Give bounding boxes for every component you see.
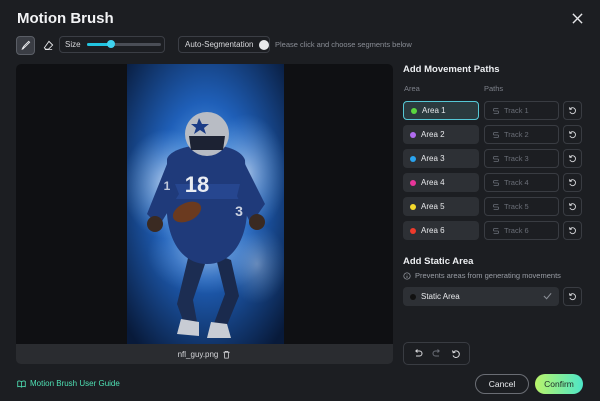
area-label: Area 3 [421,154,445,163]
track-button-1[interactable]: Track 1 [484,101,559,120]
area-label: Area 6 [421,226,445,235]
cancel-button[interactable]: Cancel [475,374,529,394]
eraser-icon[interactable] [39,36,58,55]
redo-icon[interactable] [432,349,442,358]
static-info-text: Prevents areas from generating movements [415,271,561,280]
reset-icon [568,227,576,235]
area-button-1[interactable]: Area 1 [403,101,479,120]
toggle-knob [258,39,269,50]
static-area-button[interactable]: Static Area [403,287,559,306]
track-button-4[interactable]: Track 4 [484,173,559,192]
area-button-6[interactable]: Area 6 [403,221,479,240]
movement-section-title: Add Movement Paths [403,64,500,75]
static-section-title: Add Static Area [403,256,474,267]
check-icon [543,292,552,302]
file-bar: nfl_guy.png [16,344,393,364]
brush-toolbar [16,35,62,55]
auto-segmentation-label: Auto-Segmentation [185,40,254,49]
reset-icon [568,179,576,187]
reset-icon [568,107,576,115]
size-label: Size [65,40,81,49]
file-name: nfl_guy.png [177,349,219,359]
track-label: Track 2 [504,130,529,139]
track-label: Track 1 [504,106,529,115]
canvas-panel: 18 3 1 nfl_guy.png [16,64,393,364]
auto-segmentation-toggle[interactable] [258,39,269,50]
dialog-title: Motion Brush [17,10,114,27]
reset-icon [568,203,576,211]
drawing-canvas[interactable]: 18 3 1 [16,64,393,344]
area-color-dot [410,155,416,162]
path-icon [492,131,500,139]
brush-icon[interactable] [16,35,35,55]
area-button-5[interactable]: Area 5 [403,197,479,216]
area-button-3[interactable]: Area 3 [403,149,479,168]
area-label: Area 4 [421,178,445,187]
static-area-color-dot [410,293,416,300]
track-button-5[interactable]: Track 5 [484,197,559,216]
segment-hint: Please click and choose segments below [275,40,412,49]
path-icon [492,155,500,163]
reset-icon [568,293,576,301]
area-reset-button-1[interactable] [563,101,582,120]
area-color-dot [410,227,416,234]
size-slider-thumb[interactable] [106,40,115,48]
area-color-dot [411,107,417,114]
area-reset-button-6[interactable] [563,221,582,240]
undo-icon[interactable] [413,349,423,358]
paths-column-header: Paths [484,84,504,93]
area-label: Area 5 [421,202,445,211]
close-icon[interactable] [568,9,586,27]
reset-icon [568,131,576,139]
size-slider[interactable] [86,40,161,48]
area-reset-button-4[interactable] [563,173,582,192]
path-icon [492,107,500,115]
confirm-button[interactable]: Confirm [535,374,583,394]
path-icon [492,227,500,235]
reset-icon [568,155,576,163]
brush-size-control: Size [59,36,165,53]
area-button-2[interactable]: Area 2 [403,125,479,144]
static-reset-button[interactable] [563,287,582,306]
book-icon [17,380,26,388]
history-controls [403,342,470,365]
area-reset-button-2[interactable] [563,125,582,144]
uploaded-photo: 18 3 1 [127,64,284,344]
area-color-dot [410,179,416,186]
static-area-label: Static Area [421,292,460,301]
area-label: Area 1 [422,106,446,115]
user-guide-link[interactable]: Motion Brush User Guide [17,379,120,388]
static-info: Prevents areas from generating movements [403,271,561,280]
track-label: Track 6 [504,226,529,235]
track-label: Track 5 [504,202,529,211]
area-reset-button-5[interactable] [563,197,582,216]
svg-text:3: 3 [235,203,243,219]
trash-icon[interactable] [222,350,231,359]
reset-all-icon[interactable] [451,349,461,359]
area-reset-button-3[interactable] [563,149,582,168]
area-color-dot [410,131,416,138]
area-label: Area 2 [421,130,445,139]
auto-segmentation-control: Auto-Segmentation [178,36,270,53]
path-icon [492,179,500,187]
area-button-4[interactable]: Area 4 [403,173,479,192]
motion-brush-dialog: Motion Brush Size Auto-Segmentation Plea… [0,0,600,401]
area-column-header: Area [404,84,420,93]
info-icon [403,271,411,280]
track-button-6[interactable]: Track 6 [484,221,559,240]
track-label: Track 3 [504,154,529,163]
user-guide-text: Motion Brush User Guide [30,379,120,388]
path-icon [492,203,500,211]
track-button-2[interactable]: Track 2 [484,125,559,144]
svg-text:1: 1 [164,179,171,193]
jersey-number: 18 [185,172,209,197]
area-color-dot [410,203,416,210]
track-label: Track 4 [504,178,529,187]
track-button-3[interactable]: Track 3 [484,149,559,168]
